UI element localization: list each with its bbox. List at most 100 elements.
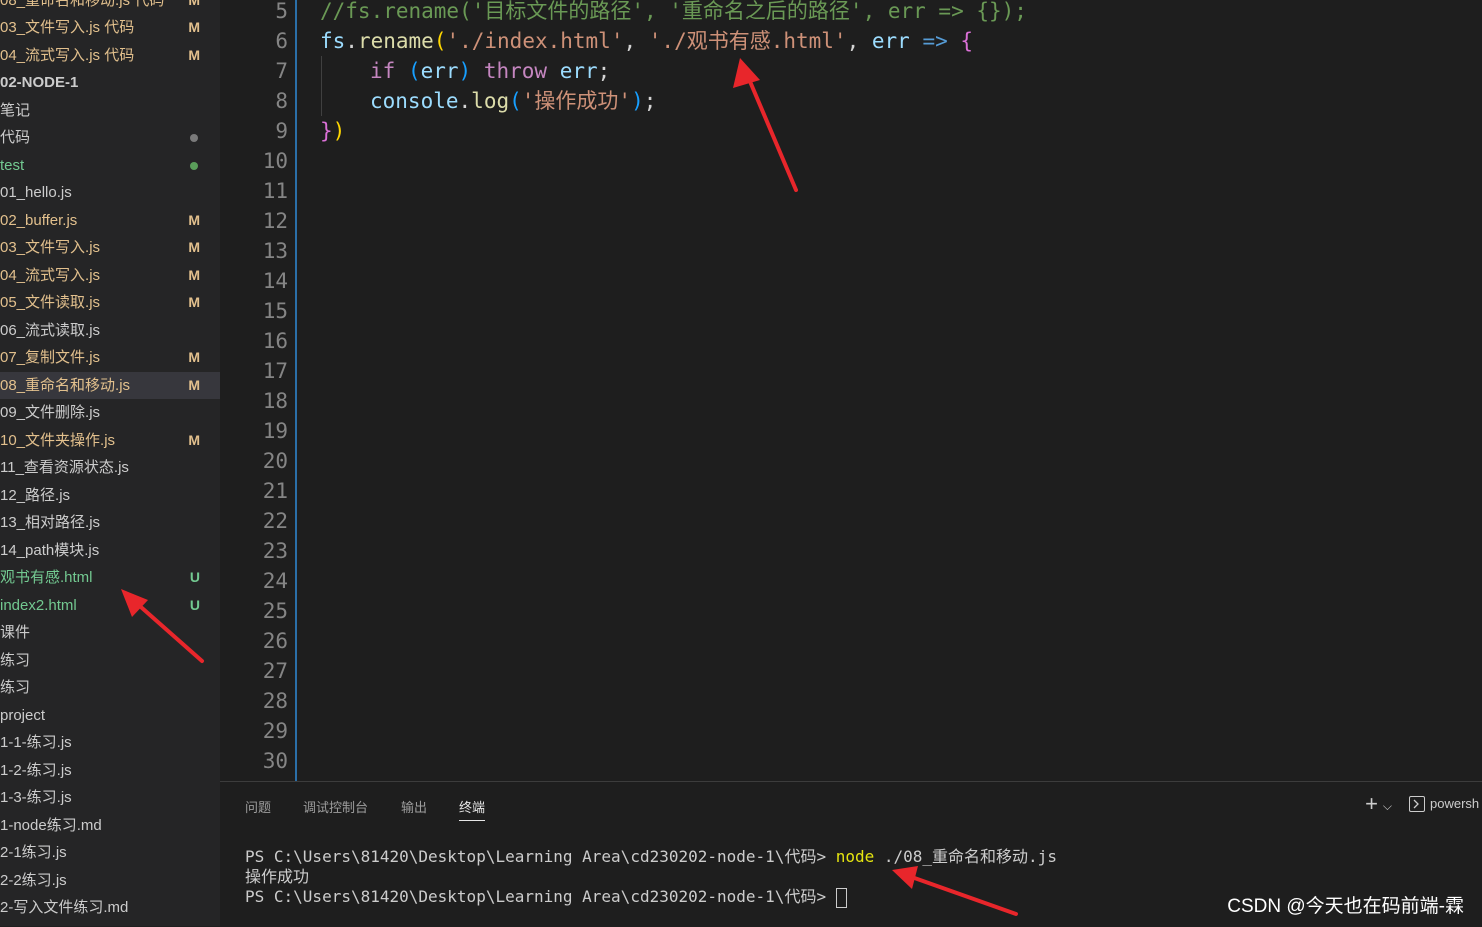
terminal-shell-name[interactable]: powersh xyxy=(1430,792,1482,816)
git-status-badge: U xyxy=(189,597,200,613)
terminal-prompt: PS C:\Users\81420\Desktop\Learning Area\… xyxy=(245,887,836,906)
sidebar-item[interactable]: 01_hello.js xyxy=(0,179,220,206)
sidebar-item[interactable]: 14_path模块.js xyxy=(0,537,220,564)
line-number: 23 xyxy=(262,539,288,563)
sidebar-item-label: 03_文件写入.js 代码 xyxy=(0,19,135,36)
tab-debug-console[interactable]: 调试控制台 xyxy=(303,796,368,820)
code-line-7[interactable]: if (err) throw err; xyxy=(370,56,610,86)
sidebar-item[interactable]: 06_流式读取.js xyxy=(0,317,220,344)
sidebar-item-label: 观书有感.html xyxy=(0,569,93,586)
sidebar-item[interactable]: 笔记 xyxy=(0,97,220,124)
code-line-9[interactable]: }) xyxy=(320,116,345,146)
sidebar-item[interactable]: 09_文件删除.js xyxy=(0,399,220,426)
line-number: 10 xyxy=(262,149,288,173)
watermark: CSDN @今天也在码前端-霖 xyxy=(1227,896,1464,917)
token-punct: , xyxy=(623,29,649,53)
line-number: 26 xyxy=(262,629,288,653)
line-number: 27 xyxy=(262,659,288,683)
sidebar-item[interactable]: 08_重命名和移动.js M xyxy=(0,372,220,399)
git-status-dot xyxy=(190,134,198,142)
token-keyword: => xyxy=(909,29,961,53)
terminal-argument: ./08_重命名和移动.js xyxy=(874,847,1057,866)
sidebar-item[interactable]: 11_查看资源状态.js xyxy=(0,454,220,481)
sidebar-item-label: 代码 xyxy=(0,129,31,146)
terminal-line-1: PS C:\Users\81420\Desktop\Learning Area\… xyxy=(245,847,1057,867)
sidebar-item[interactable]: 02-NODE-1 xyxy=(0,69,220,96)
code-line-5[interactable]: //fs.rename('目标文件的路径', '重命名之后的路径', err =… xyxy=(320,0,1027,26)
terminal-prompt: PS C:\Users\81420\Desktop\Learning Area\… xyxy=(245,847,836,866)
sidebar-item-label: 1-1-练习.js xyxy=(0,734,72,751)
sidebar-item-label: 2-2练习.js xyxy=(0,872,67,889)
line-number: 21 xyxy=(262,479,288,503)
sidebar-item[interactable]: 1-node练习.md xyxy=(0,812,220,839)
sidebar-item-label: 03_文件写入.js xyxy=(0,239,101,256)
sidebar-item[interactable]: project xyxy=(0,702,220,729)
sidebar-item[interactable]: 08_重命名和移动.js 代码 M xyxy=(0,0,220,14)
terminal-line-2: 操作成功 xyxy=(245,867,310,886)
git-status-badge: M xyxy=(188,212,200,228)
tab-output[interactable]: 输出 xyxy=(401,796,427,820)
sidebar-item[interactable]: 1-1-练习.js xyxy=(0,729,220,756)
sidebar-item[interactable]: 03_文件写入.js M xyxy=(0,234,220,261)
git-status-badge: M xyxy=(188,377,200,393)
sidebar-item-label: 11_查看资源状态.js xyxy=(0,459,129,476)
sidebar-item[interactable]: 2-2练习.js xyxy=(0,867,220,894)
sidebar-item-label: 07_复制文件.js xyxy=(0,349,101,366)
line-number: 7 xyxy=(275,59,288,83)
terminal-line-3[interactable]: PS C:\Users\81420\Desktop\Learning Area\… xyxy=(245,887,847,908)
sidebar-item[interactable]: 2-1练习.js xyxy=(0,839,220,866)
git-status-badge: M xyxy=(188,0,200,8)
sidebar-item[interactable]: 课件 xyxy=(0,619,220,646)
code-line-6[interactable]: fs.rename('./index.html', './观书有感.html',… xyxy=(320,26,973,56)
code-line-8[interactable]: console.log('操作成功'); xyxy=(370,86,656,116)
sidebar-item[interactable]: 练习 xyxy=(0,674,220,701)
sidebar-item[interactable]: 04_流式写入.js M xyxy=(0,262,220,289)
sidebar-item-label: 02-NODE-1 xyxy=(0,74,79,91)
token-bracket: } xyxy=(320,119,333,143)
line-number: 8 xyxy=(275,89,288,113)
chevron-down-icon[interactable]: ⌵ xyxy=(1383,794,1392,818)
sidebar-item[interactable]: 代码 xyxy=(0,124,220,151)
sidebar-item[interactable]: 1-3-练习.js xyxy=(0,784,220,811)
token-punct: . xyxy=(345,29,358,53)
sidebar-item[interactable]: 2-写入文件练习.md xyxy=(0,894,220,921)
sidebar-item-label: 13_相对路径.js xyxy=(0,514,101,531)
new-terminal-icon[interactable]: + xyxy=(1365,792,1378,816)
sidebar-item-label: 10_文件夹操作.js xyxy=(0,432,116,449)
token-function: rename xyxy=(357,29,434,53)
code-editor[interactable] xyxy=(220,0,1482,781)
sidebar-item[interactable]: 05_文件读取.js M xyxy=(0,289,220,316)
sidebar-item[interactable]: 04_流式写入.js 代码 M xyxy=(0,42,220,69)
sidebar-item-label: 04_流式写入.js 代码 xyxy=(0,47,135,64)
tab-terminal[interactable]: 终端 xyxy=(459,796,486,821)
sidebar-item[interactable]: 03_文件写入.js 代码 M xyxy=(0,14,220,41)
sidebar-item[interactable]: 12_路径.js xyxy=(0,482,220,509)
sidebar-item[interactable]: 练习 xyxy=(0,647,220,674)
sidebar-item-label: 笔记 xyxy=(0,102,31,119)
sidebar-item[interactable]: 观书有感.html U xyxy=(0,564,220,591)
line-number: 15 xyxy=(262,299,288,323)
sidebar-item-label: 08_重命名和移动.js xyxy=(0,377,131,394)
sidebar-item[interactable]: 10_文件夹操作.js M xyxy=(0,427,220,454)
sidebar-item[interactable]: 1-2-练习.js xyxy=(0,757,220,784)
sidebar-item[interactable]: 13_相对路径.js xyxy=(0,509,220,536)
sidebar-item-label: 练习 xyxy=(0,652,31,669)
sidebar-item[interactable]: 07_复制文件.js M xyxy=(0,344,220,371)
sidebar-item-label: 1-2-练习.js xyxy=(0,762,72,779)
token-bracket: ( xyxy=(395,59,421,83)
line-number: 30 xyxy=(262,749,288,773)
sidebar-item-label: 06_流式读取.js xyxy=(0,322,101,339)
token-keyword: if xyxy=(370,59,396,83)
sidebar-item[interactable]: 02_buffer.js M xyxy=(0,207,220,234)
line-number: 11 xyxy=(262,179,288,203)
terminal-command: node xyxy=(835,847,875,866)
terminal-cursor xyxy=(835,887,847,908)
git-status-badge: M xyxy=(188,19,200,35)
tab-problems[interactable]: 问题 xyxy=(245,796,271,820)
token-bracket: ( xyxy=(509,89,522,113)
token-variable: err xyxy=(871,29,910,53)
sidebar-item[interactable]: index2.html U xyxy=(0,592,220,619)
sidebar-item[interactable]: test xyxy=(0,152,220,179)
git-status-badge: M xyxy=(188,294,200,310)
token-string: '操作成功' xyxy=(521,89,632,113)
